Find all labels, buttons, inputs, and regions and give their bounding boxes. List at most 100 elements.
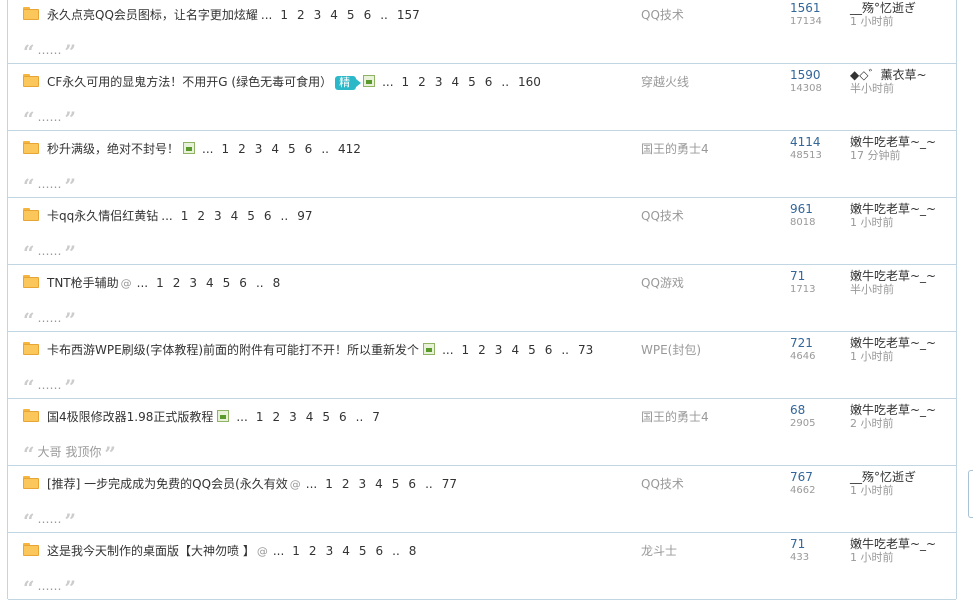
page-link[interactable]: 4 bbox=[451, 75, 459, 89]
page-link[interactable]: 1 bbox=[181, 209, 189, 223]
last-post-time[interactable]: 1 小时前 bbox=[850, 485, 894, 497]
page-link[interactable]: 3 bbox=[214, 209, 222, 223]
last-page-link[interactable]: 7 bbox=[372, 410, 380, 424]
page-link[interactable]: 4 bbox=[330, 8, 338, 22]
thread-title-link[interactable]: 这是我今天制作的桌面版【大神勿喷 】 bbox=[47, 544, 255, 558]
page-link[interactable]: 6 bbox=[408, 477, 416, 491]
page-link[interactable]: 4 bbox=[271, 142, 279, 156]
forum-name[interactable]: 穿越火线 bbox=[641, 74, 689, 90]
forum-name[interactable]: QQ技术 bbox=[641, 7, 684, 23]
page-link[interactable]: 2 bbox=[173, 276, 181, 290]
last-post-time[interactable]: 1 小时前 bbox=[850, 16, 894, 28]
page-link[interactable]: 6 bbox=[485, 75, 493, 89]
last-post-time[interactable]: 1 小时前 bbox=[850, 217, 894, 229]
last-poster[interactable]: 嫩牛吃老草~_~ bbox=[850, 537, 936, 551]
page-link[interactable]: 1 bbox=[325, 477, 333, 491]
thread-title-link[interactable]: 秒升满级，绝对不封号！ bbox=[47, 142, 179, 156]
reply-count[interactable]: 961 bbox=[790, 202, 813, 216]
page-link[interactable]: 5 bbox=[288, 142, 296, 156]
page-link[interactable]: 2 bbox=[478, 343, 486, 357]
last-page-link[interactable]: 8 bbox=[409, 544, 417, 558]
thread-title-link[interactable]: TNT枪手辅助 bbox=[47, 276, 119, 290]
reply-count[interactable]: 1590 bbox=[790, 68, 821, 82]
last-page-link[interactable]: 412 bbox=[338, 142, 361, 156]
last-poster[interactable]: 嫩牛吃老草~_~ bbox=[850, 336, 936, 350]
page-link[interactable]: 1 bbox=[156, 276, 164, 290]
page-link[interactable]: 3 bbox=[435, 75, 443, 89]
reply-count[interactable]: 1561 bbox=[790, 1, 821, 15]
last-post-time[interactable]: 2 小时前 bbox=[850, 418, 894, 430]
last-poster[interactable]: 嫩牛吃老草~_~ bbox=[850, 135, 936, 149]
page-link[interactable]: 3 bbox=[189, 276, 197, 290]
reply-count[interactable]: 721 bbox=[790, 336, 813, 350]
page-link[interactable]: 5 bbox=[392, 477, 400, 491]
last-page-link[interactable]: 160 bbox=[518, 75, 541, 89]
page-link[interactable]: 6 bbox=[239, 276, 247, 290]
forum-name[interactable]: QQ技术 bbox=[641, 208, 684, 224]
page-link[interactable]: 6 bbox=[364, 8, 372, 22]
last-page-link[interactable]: 97 bbox=[297, 209, 312, 223]
page-link[interactable]: 6 bbox=[305, 142, 313, 156]
page-link[interactable]: 6 bbox=[375, 544, 383, 558]
last-post-time[interactable]: 1 小时前 bbox=[850, 351, 894, 363]
page-link[interactable]: 1 bbox=[280, 8, 288, 22]
page-link[interactable]: 1 bbox=[292, 544, 300, 558]
scroll-handle[interactable] bbox=[968, 470, 973, 518]
last-post-time[interactable]: 半小时前 bbox=[850, 284, 894, 296]
page-link[interactable]: 6 bbox=[264, 209, 272, 223]
page-link[interactable]: 3 bbox=[289, 410, 297, 424]
page-link[interactable]: 3 bbox=[255, 142, 263, 156]
page-link[interactable]: 2 bbox=[342, 477, 350, 491]
page-link[interactable]: 5 bbox=[322, 410, 330, 424]
last-poster[interactable]: __殇°忆逝ぎ bbox=[850, 470, 916, 484]
forum-name[interactable]: QQ游戏 bbox=[641, 275, 684, 291]
thread-title-link[interactable]: 卡qq永久情侣红黄钻 bbox=[47, 209, 158, 223]
thread-title-link[interactable]: CF永久可用的显鬼方法！不用开G (绿色无毒可食用） bbox=[47, 75, 332, 89]
last-page-link[interactable]: 77 bbox=[442, 477, 457, 491]
page-link[interactable]: 4 bbox=[306, 410, 314, 424]
page-link[interactable]: 3 bbox=[495, 343, 503, 357]
page-link[interactable]: 2 bbox=[418, 75, 426, 89]
last-poster[interactable]: 嫩牛吃老草~_~ bbox=[850, 269, 936, 283]
page-link[interactable]: 2 bbox=[197, 209, 205, 223]
reply-count[interactable]: 68 bbox=[790, 403, 805, 417]
last-poster[interactable]: __殇°忆逝ぎ bbox=[850, 1, 916, 15]
page-link[interactable]: 2 bbox=[309, 544, 317, 558]
forum-name[interactable]: 国王的勇士4 bbox=[641, 141, 709, 157]
forum-name[interactable]: WPE(封包) bbox=[641, 342, 701, 358]
page-link[interactable]: 1 bbox=[402, 75, 410, 89]
thread-title-link[interactable]: 永久点亮QQ会员图标，让名字更加炫耀 bbox=[47, 8, 258, 22]
thread-title-link[interactable]: 卡布西游WPE刷级(字体教程)前面的附件有可能打不开！所以重新发个 bbox=[47, 343, 419, 357]
page-link[interactable]: 5 bbox=[359, 544, 367, 558]
last-poster[interactable]: 嫩牛吃老草~_~ bbox=[850, 202, 936, 216]
thread-title-link[interactable]: 国4极限修改器1.98正式版教程 bbox=[47, 410, 213, 424]
page-link[interactable]: 5 bbox=[347, 8, 355, 22]
page-link[interactable]: 4 bbox=[231, 209, 239, 223]
page-link[interactable]: 4 bbox=[511, 343, 519, 357]
reply-count[interactable]: 71 bbox=[790, 269, 805, 283]
page-link[interactable]: 1 bbox=[462, 343, 470, 357]
page-link[interactable]: 2 bbox=[238, 142, 246, 156]
page-link[interactable]: 4 bbox=[375, 477, 383, 491]
reply-count[interactable]: 4114 bbox=[790, 135, 821, 149]
last-post-time[interactable]: 1 小时前 bbox=[850, 552, 894, 564]
page-link[interactable]: 5 bbox=[468, 75, 476, 89]
reply-count[interactable]: 767 bbox=[790, 470, 813, 484]
forum-name[interactable]: QQ技术 bbox=[641, 476, 684, 492]
last-post-time[interactable]: 半小时前 bbox=[850, 83, 894, 95]
page-link[interactable]: 3 bbox=[359, 477, 367, 491]
page-link[interactable]: 2 bbox=[297, 8, 305, 22]
page-link[interactable]: 2 bbox=[272, 410, 280, 424]
thread-title-link[interactable]: [推荐] 一步完成成为免费的QQ会员(永久有效 bbox=[47, 477, 288, 491]
last-page-link[interactable]: 157 bbox=[397, 8, 420, 22]
last-poster[interactable]: ◆◇゛薰衣草~ bbox=[850, 68, 927, 82]
page-link[interactable]: 4 bbox=[206, 276, 214, 290]
reply-count[interactable]: 71 bbox=[790, 537, 805, 551]
page-link[interactable]: 4 bbox=[342, 544, 350, 558]
page-link[interactable]: 6 bbox=[545, 343, 553, 357]
last-page-link[interactable]: 73 bbox=[578, 343, 593, 357]
page-link[interactable]: 3 bbox=[326, 544, 334, 558]
last-page-link[interactable]: 8 bbox=[273, 276, 281, 290]
page-link[interactable]: 6 bbox=[339, 410, 347, 424]
page-link[interactable]: 5 bbox=[528, 343, 536, 357]
